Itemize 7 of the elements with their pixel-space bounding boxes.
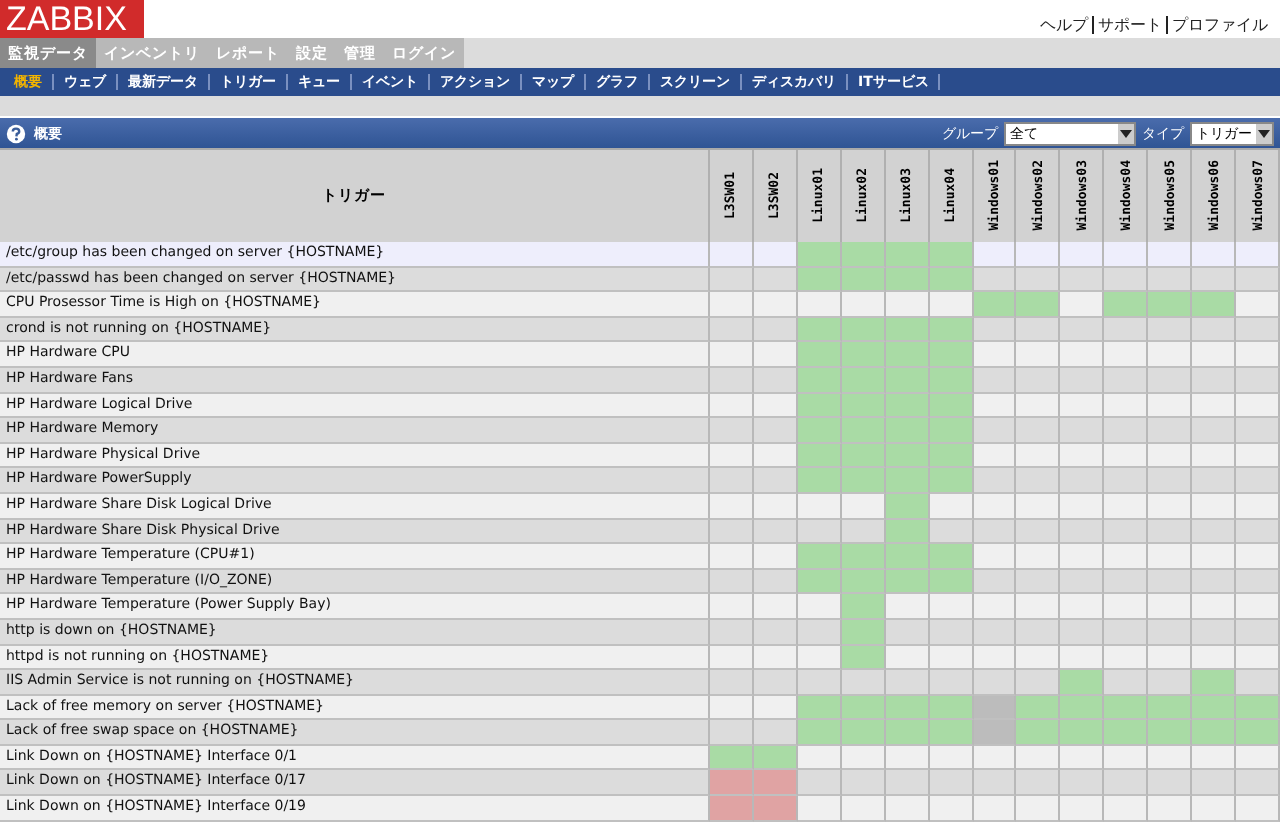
- logo: ZABBIX: [0, 0, 144, 38]
- header-link[interactable]: プロファイル: [1166, 16, 1272, 34]
- caret-icon: [1256, 123, 1272, 143]
- header-link[interactable]: サポート: [1092, 16, 1166, 34]
- help-icon[interactable]: [6, 123, 26, 143]
- caret-icon: [1118, 123, 1134, 143]
- header-link[interactable]: ヘルプ: [1036, 16, 1092, 34]
